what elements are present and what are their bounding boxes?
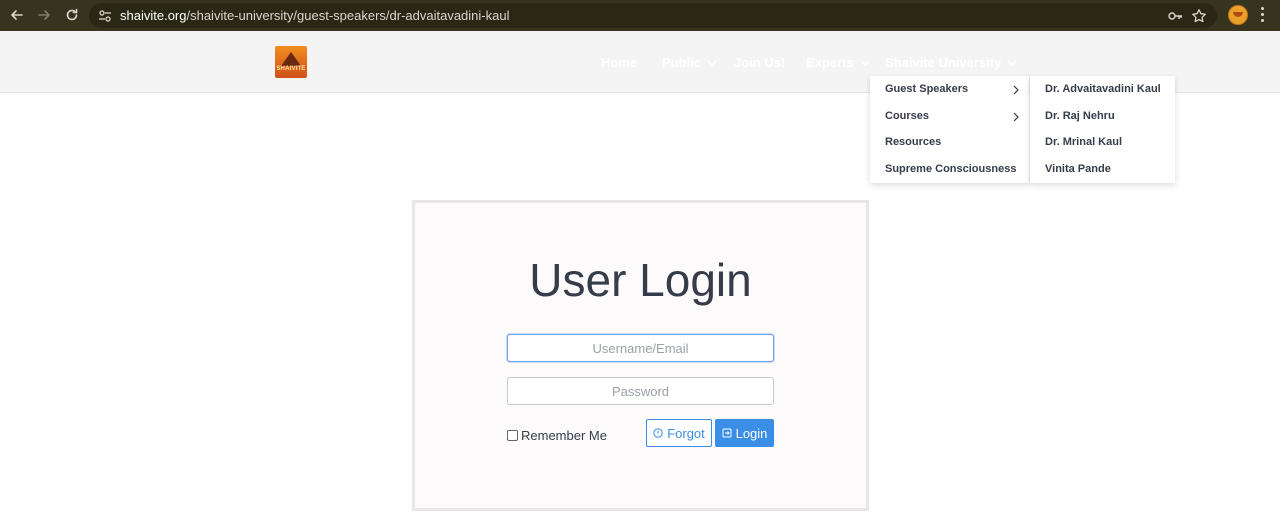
logo-text: SHAIVITE <box>276 66 306 72</box>
username-input[interactable] <box>507 334 774 362</box>
nav-public[interactable]: Public <box>662 55 717 70</box>
login-button[interactable]: Login <box>715 419 774 447</box>
arrow-left-icon <box>11 10 23 20</box>
site-logo[interactable]: SHAIVITE <box>275 46 307 78</box>
remember-me-label: Remember Me <box>521 428 607 443</box>
nav-shaivite-university-label: Shaivite University <box>885 55 1002 70</box>
profile-avatar[interactable] <box>1228 5 1248 25</box>
password-key-icon[interactable] <box>1167 8 1183 24</box>
url-path: /shaivite-university/guest-speakers/dr-a… <box>186 8 510 23</box>
site-settings-icon[interactable] <box>97 8 113 24</box>
url-host: shaivite.org <box>120 8 187 23</box>
login-label: Login <box>735 425 768 441</box>
nav-public-label: Public <box>662 55 702 70</box>
temple-icon <box>281 52 301 66</box>
sign-in-icon <box>722 428 732 438</box>
forgot-label: Forgot <box>667 425 705 441</box>
forward-button[interactable] <box>33 4 55 26</box>
chevron-right-icon <box>1013 112 1019 122</box>
forgot-button[interactable]: Forgot <box>646 419 712 447</box>
remember-me[interactable]: Remember Me <box>507 428 607 443</box>
nav-join-us-label: Join Us! <box>734 55 786 70</box>
chevron-down-icon <box>707 60 717 66</box>
nav-experts[interactable]: Experts <box>806 55 870 70</box>
browser-menu-icon[interactable] <box>1261 7 1265 23</box>
info-icon <box>653 428 663 438</box>
submenu-item-mrinal-kaul[interactable]: Dr. Mrinal Kaul <box>1045 136 1122 148</box>
university-dropdown: Guest Speakers Courses Resources Supreme… <box>870 76 1029 183</box>
guest-speakers-submenu: Dr. Advaitavadini Kaul Dr. Raj Nehru Dr.… <box>1030 76 1175 183</box>
nav-home[interactable]: Home <box>601 55 637 70</box>
menu-item-supreme-consciousness[interactable]: Supreme Consciousness <box>885 163 1016 175</box>
nav-join-us[interactable]: Join Us! <box>734 55 785 70</box>
address-bar[interactable]: shaivite.org/shaivite-university/guest-s… <box>89 3 1217 28</box>
login-card: User Login Remember Me Forgot Login <box>412 200 869 511</box>
password-input[interactable] <box>507 377 774 405</box>
reload-icon <box>66 8 78 21</box>
bookmark-star-icon[interactable] <box>1191 8 1207 24</box>
chevron-down-icon <box>1007 60 1017 66</box>
url-text[interactable]: shaivite.org/shaivite-university/guest-s… <box>120 8 509 23</box>
browser-toolbar: shaivite.org/shaivite-university/guest-s… <box>0 0 1280 31</box>
submenu-item-raj-nehru[interactable]: Dr. Raj Nehru <box>1045 110 1115 122</box>
nav-experts-label: Experts <box>806 55 854 70</box>
nav-shaivite-university[interactable]: Shaivite University <box>885 55 1017 70</box>
reload-button[interactable] <box>61 4 83 26</box>
arrow-right-icon <box>38 10 50 20</box>
menu-item-courses[interactable]: Courses <box>885 110 929 122</box>
back-button[interactable] <box>6 4 28 26</box>
remember-me-checkbox[interactable] <box>507 430 518 441</box>
submenu-item-vinita-pande[interactable]: Vinita Pande <box>1045 163 1111 175</box>
chevron-down-icon <box>860 60 870 66</box>
menu-item-resources[interactable]: Resources <box>885 136 941 148</box>
chevron-right-icon <box>1013 85 1019 95</box>
nav-home-label: Home <box>601 55 638 70</box>
page-title: User Login <box>529 254 752 306</box>
submenu-item-advaitavadini-kaul[interactable]: Dr. Advaitavadini Kaul <box>1045 83 1161 95</box>
menu-item-guest-speakers[interactable]: Guest Speakers <box>885 83 968 95</box>
